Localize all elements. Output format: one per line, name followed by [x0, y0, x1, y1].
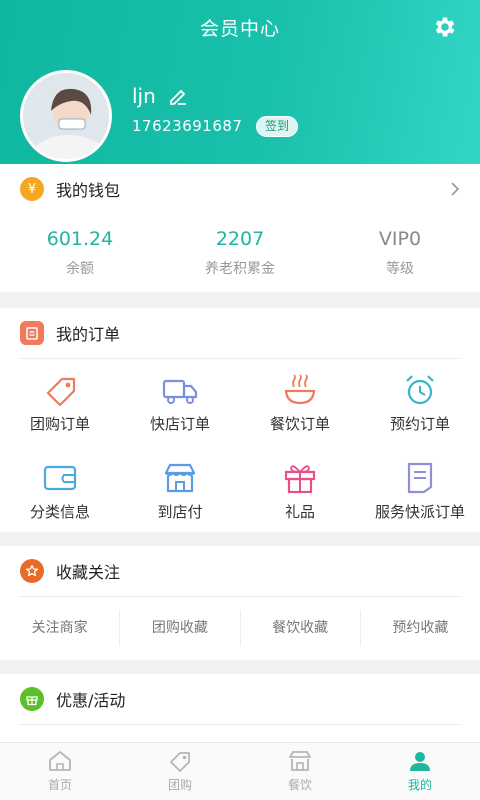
favorites-header: 收藏关注 — [0, 546, 480, 596]
wallet-stats: 601.24 余额 2207 养老积累金 VIP0 等级 — [0, 214, 480, 288]
fav-group-buy[interactable]: 团购收藏 — [120, 610, 241, 646]
order-item-label: 服务快派订单 — [374, 503, 465, 521]
divider — [18, 724, 462, 725]
wallet-header[interactable]: ¥ 我的钱包 — [0, 164, 480, 214]
tab-home[interactable]: 首页 — [0, 743, 120, 800]
order-item-quick-shop[interactable]: 快店订单 — [120, 365, 240, 453]
store-icon — [289, 751, 311, 771]
level-stat[interactable]: VIP0 等级 — [320, 214, 480, 288]
profile-area: ljn 17623691687 签到 — [0, 54, 480, 164]
home-icon — [49, 751, 71, 771]
tab-label: 餐饮 — [287, 778, 312, 792]
order-item-label: 礼品 — [284, 503, 315, 521]
fav-followed-merchants[interactable]: 关注商家 — [0, 610, 121, 646]
fav-reservation[interactable]: 预约收藏 — [361, 610, 480, 646]
orders-card: 我的订单 团购订单 快店订单 餐饮订单 预约订单 分类信息 到店付 礼品 服务快… — [0, 308, 480, 532]
tab-label: 团购 — [167, 778, 192, 792]
user-icon — [410, 752, 430, 771]
document-icon — [407, 462, 433, 494]
order-item-gift[interactable]: 礼品 — [240, 453, 360, 541]
wallet-card-icon — [43, 465, 77, 491]
signin-button[interactable]: 签到 — [256, 116, 299, 137]
yuan-icon: ¥ — [20, 177, 44, 201]
promo-card: 优惠/活动 — [0, 674, 480, 742]
order-item-category-info[interactable]: 分类信息 — [0, 453, 120, 541]
favorites-title: 收藏关注 — [56, 563, 121, 582]
edit-icon[interactable] — [168, 86, 188, 106]
order-item-label: 团购订单 — [29, 415, 90, 433]
bowl-icon — [284, 374, 316, 405]
balance-stat[interactable]: 601.24 余额 — [0, 214, 160, 288]
promo-header: 优惠/活动 — [0, 674, 480, 724]
balance-value: 601.24 — [46, 228, 114, 250]
order-item-pay-in-store[interactable]: 到店付 — [120, 453, 240, 541]
clipboard-icon — [20, 321, 44, 345]
favorites-row: 关注商家 团购收藏 餐饮收藏 预约收藏 — [0, 597, 480, 659]
gear-icon[interactable] — [432, 14, 458, 40]
bottom-tab-bar: 首页 团购 餐饮 我的 — [0, 742, 480, 800]
fav-dining[interactable]: 餐饮收藏 — [241, 610, 361, 646]
order-item-label: 快店订单 — [149, 415, 210, 433]
order-item-label: 餐饮订单 — [269, 415, 330, 433]
wallet-card: ¥ 我的钱包 601.24 余额 2207 养老积累金 VIP0 等级 — [0, 164, 480, 292]
member-header: 会员中心 ljn 17623691687 签到 — [0, 0, 480, 164]
order-item-label: 分类信息 — [29, 503, 90, 521]
tab-mine[interactable]: 我的 — [360, 743, 480, 800]
pension-fund-label: 养老积累金 — [205, 261, 275, 277]
title-bar: 会员中心 — [0, 0, 480, 54]
orders-header: 我的订单 — [0, 308, 480, 358]
level-value: VIP0 — [378, 228, 422, 250]
tab-group-buy[interactable]: 团购 — [120, 743, 240, 800]
alarm-clock-icon — [406, 375, 434, 405]
pension-fund-stat[interactable]: 2207 养老积累金 — [160, 214, 320, 288]
tab-label: 我的 — [407, 778, 432, 792]
tab-label: 首页 — [47, 778, 72, 792]
username: ljn — [132, 84, 156, 108]
order-item-reservation[interactable]: 预约订单 — [360, 365, 480, 453]
order-item-group-buy[interactable]: 团购订单 — [0, 365, 120, 453]
tag-icon — [170, 752, 190, 772]
favorites-card: 收藏关注 关注商家 团购收藏 餐饮收藏 预约收藏 — [0, 546, 480, 660]
level-label: 等级 — [386, 261, 414, 277]
order-item-label: 到店付 — [157, 503, 203, 521]
wallet-title: 我的钱包 — [56, 181, 121, 200]
tag-icon — [46, 377, 76, 407]
gift-icon — [20, 687, 44, 711]
truck-icon — [162, 379, 198, 404]
avatar[interactable] — [20, 70, 112, 162]
orders-grid: 团购订单 快店订单 餐饮订单 预约订单 分类信息 到店付 礼品 服务快派订单 — [0, 359, 480, 541]
promo-title: 优惠/活动 — [56, 691, 126, 710]
balance-label: 余额 — [66, 261, 94, 277]
page-title: 会员中心 — [199, 17, 280, 40]
tab-dining[interactable]: 餐饮 — [240, 743, 360, 800]
order-item-service-dispatch[interactable]: 服务快派订单 — [360, 453, 480, 541]
chevron-right-icon[interactable] — [448, 180, 462, 198]
order-item-label: 预约订单 — [389, 415, 450, 433]
pension-fund-value: 2207 — [215, 228, 265, 250]
order-item-dining[interactable]: 餐饮订单 — [240, 365, 360, 453]
star-icon — [20, 559, 44, 583]
store-icon — [164, 463, 196, 493]
orders-title: 我的订单 — [56, 325, 121, 344]
phone-number: 17623691687 — [132, 117, 243, 135]
gift-icon — [284, 465, 316, 494]
